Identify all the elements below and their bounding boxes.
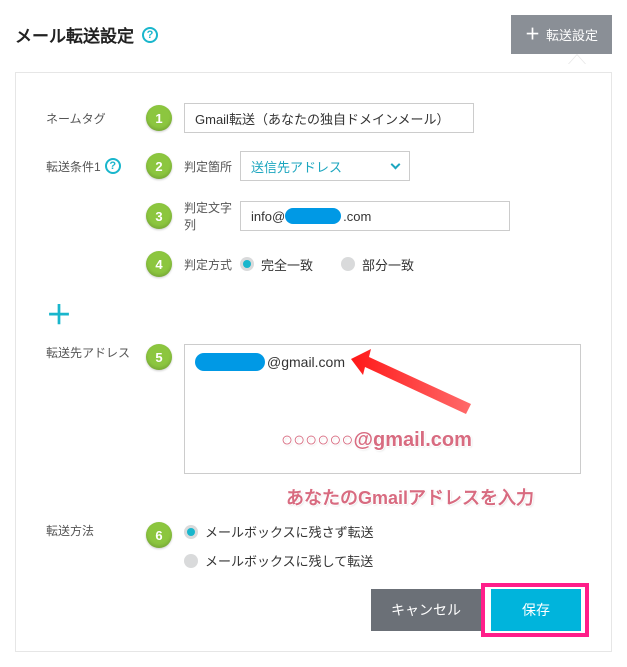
radio-dot-icon	[184, 525, 198, 539]
chevron-down-icon	[391, 160, 401, 170]
step-badge-5: 5	[146, 344, 172, 370]
step-badge-1: 1	[146, 105, 172, 131]
add-button-label: 転送設定	[546, 25, 598, 44]
plus-icon: ＋	[525, 27, 540, 42]
step-badge-2: 2	[146, 153, 172, 179]
row-nametag: ネームタグ 1	[46, 103, 581, 133]
method-option-partial[interactable]: 部分一致	[341, 255, 414, 274]
step-badge-4: 4	[146, 251, 172, 277]
row-condition-string: 3 判定文字列 info@ .com	[46, 199, 581, 233]
redacted-pill	[195, 353, 265, 371]
condition-label: 転送条件1 ?	[46, 158, 146, 175]
place-sublabel: 判定箇所	[184, 158, 240, 175]
settings-panel: ネームタグ 1 転送条件1 ? 2 判定箇所 送信先アドレス 3 判定文字列 i…	[15, 72, 612, 652]
method-radio-group: 完全一致 部分一致	[240, 255, 442, 274]
cancel-button[interactable]: キャンセル	[371, 589, 481, 631]
method-option-exact[interactable]: 完全一致	[240, 255, 313, 274]
page-header: メール転送設定 ? ＋ 転送設定	[15, 15, 612, 54]
forward-to-label: 転送先アドレス	[46, 344, 146, 361]
place-select-value: 送信先アドレス	[251, 157, 342, 176]
nametag-input[interactable]	[184, 103, 474, 133]
radio-dot-icon	[240, 257, 254, 271]
add-condition-button[interactable]: ＋	[46, 295, 72, 332]
pointer-icon	[568, 54, 586, 64]
place-select[interactable]: 送信先アドレス	[240, 151, 410, 181]
footer-buttons: キャンセル 保存	[46, 589, 581, 631]
method-sublabel: 判定方式	[184, 256, 240, 273]
page-title: メール転送設定	[15, 22, 134, 47]
row-forward-to: 転送先アドレス 5 @gmail.com ○○○○○○@gmail.com あな…	[46, 344, 581, 474]
forward-method-label: 転送方法	[46, 522, 146, 539]
redacted-pill	[285, 208, 341, 224]
step-badge-6: 6	[146, 522, 172, 548]
row-condition-method: 4 判定方式 完全一致 部分一致	[46, 251, 581, 277]
string-input[interactable]: info@ .com	[240, 201, 510, 231]
forward-method-option-delete[interactable]: メールボックスに残さず転送	[184, 522, 374, 541]
string-prefix: info@	[251, 209, 285, 224]
help-icon[interactable]: ?	[142, 27, 158, 43]
add-setting-button[interactable]: ＋ 転送設定	[511, 15, 612, 54]
string-sublabel: 判定文字列	[184, 199, 240, 233]
string-suffix: .com	[343, 209, 371, 224]
row-condition-place: 転送条件1 ? 2 判定箇所 送信先アドレス	[46, 151, 581, 181]
radio-dot-icon	[341, 257, 355, 271]
forward-method-option-keep[interactable]: メールボックスに残して転送	[184, 551, 373, 570]
forward-method-radio-group: メールボックスに残さず転送 メールボックスに残して転送	[184, 522, 581, 571]
nametag-label: ネームタグ	[46, 110, 146, 127]
save-button[interactable]: 保存	[491, 589, 581, 631]
forward-to-textarea[interactable]: @gmail.com	[184, 344, 581, 474]
row-forward-method: 転送方法 6 メールボックスに残さず転送 メールボックスに残して転送	[46, 522, 581, 571]
help-icon[interactable]: ?	[105, 158, 121, 174]
step-badge-3: 3	[146, 203, 172, 229]
radio-dot-icon	[184, 554, 198, 568]
forward-to-domain: @gmail.com	[267, 354, 345, 370]
